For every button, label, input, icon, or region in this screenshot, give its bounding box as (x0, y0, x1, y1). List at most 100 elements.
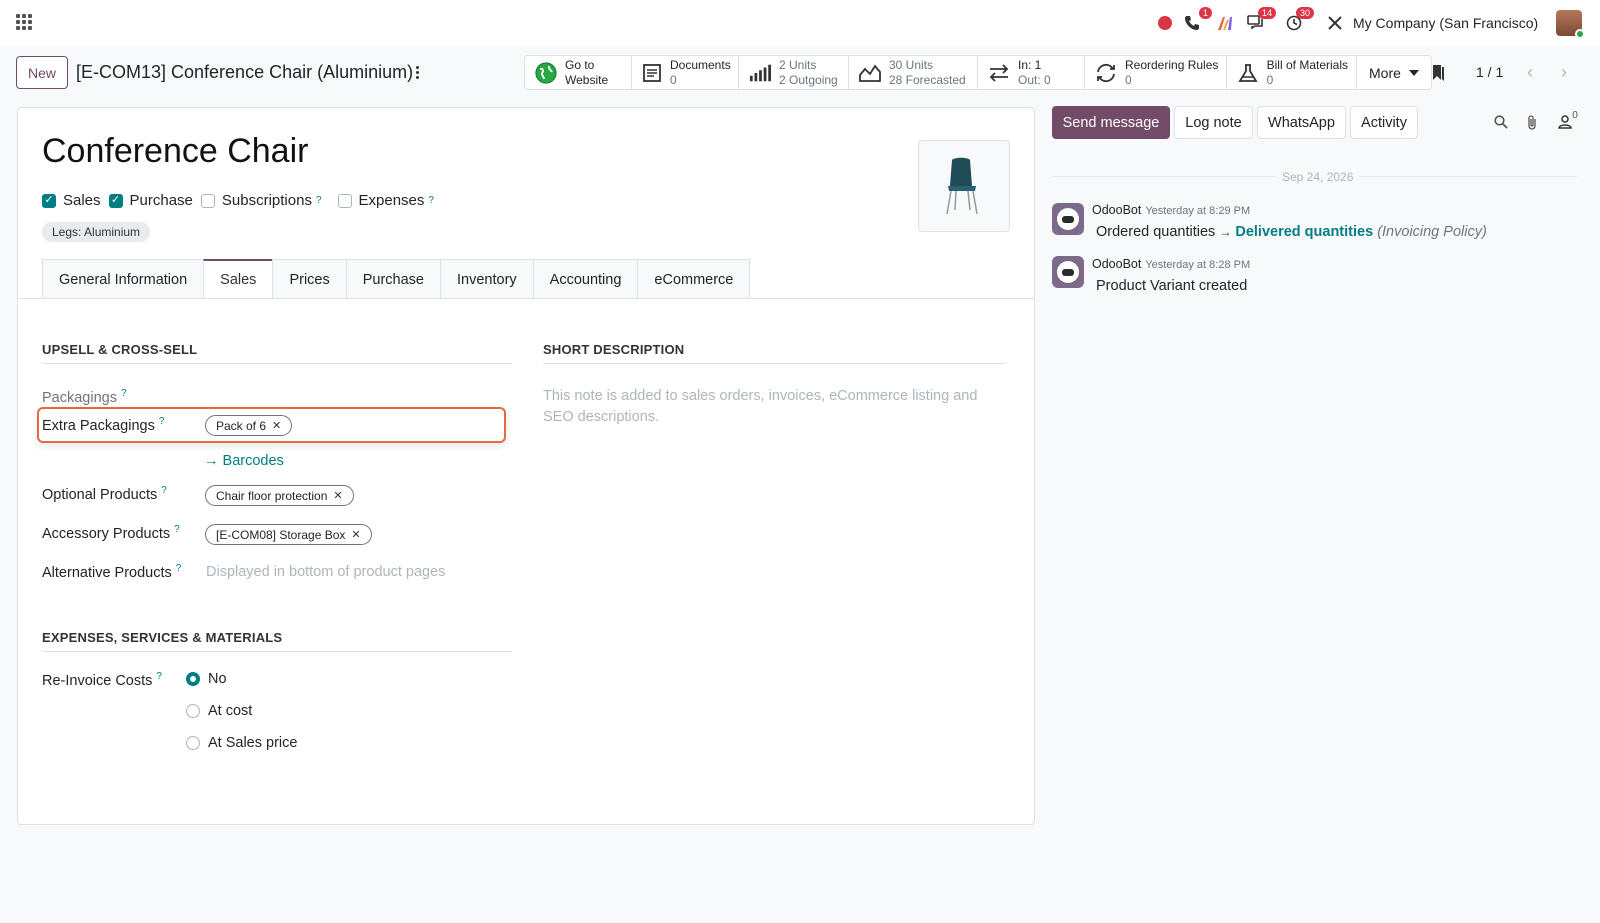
area-chart-icon (859, 62, 881, 84)
company-switcher[interactable]: My Company (San Francisco) (1353, 15, 1538, 31)
subscriptions-checkbox[interactable]: Subscriptions ? (200, 192, 322, 209)
log-note-button[interactable]: Log note (1174, 106, 1253, 139)
record-dot-icon (1158, 16, 1172, 30)
new-button[interactable]: New (16, 56, 68, 89)
smart-buttons: Go to Website Documents 0 2 Units 2 Outgoin… (524, 55, 1432, 90)
apps-menu-icon[interactable] (16, 14, 32, 30)
tag-label: Pack of 6 (216, 418, 267, 433)
pager-previous-icon[interactable]: ‹ (1520, 62, 1540, 82)
pager-next-icon[interactable]: › (1554, 62, 1574, 82)
sale-ok-checkbox[interactable]: ✓ Sales (42, 192, 101, 209)
tab-inventory[interactable]: Inventory (440, 259, 533, 299)
odoobot-avatar[interactable] (1052, 203, 1084, 235)
barcodes-link-text: Barcodes (222, 453, 284, 469)
ai-app-button[interactable] (1214, 11, 1236, 35)
smart-button-bom[interactable]: Bill of Materials 0 (1227, 56, 1357, 89)
paperclip-icon[interactable] (1523, 113, 1541, 131)
whatsapp-button[interactable]: WhatsApp (1257, 106, 1346, 139)
bom-count: 0 (1266, 72, 1274, 87)
purchase-ok-checkbox[interactable]: ✓ Purchase (108, 192, 193, 209)
bookmark-icon[interactable] (1431, 64, 1445, 82)
user-avatar[interactable] (1556, 10, 1585, 39)
online-status-icon (1575, 29, 1585, 39)
message-author: OdooBot Yesterday at 8:28 PM (1092, 257, 1250, 271)
optional-products-label: Optional Products? (42, 485, 167, 503)
accessory-product-tag[interactable]: [E-COM08] Storage Box ✕ (205, 524, 372, 545)
smart-button-in-out[interactable]: In: 1 Out: 0 (978, 56, 1085, 89)
alternative-products-input[interactable]: Displayed in bottom of product pages (206, 564, 445, 580)
smart-button-documents[interactable]: Documents 0 (632, 56, 739, 89)
reinvoice-no-radio[interactable]: No (186, 671, 227, 687)
radio-icon (186, 704, 200, 718)
followers-count: 0 (1572, 109, 1578, 121)
user-icon (1558, 115, 1572, 129)
help-icon[interactable]: ? (156, 671, 162, 682)
smart-button-website[interactable]: Go to Website (525, 56, 632, 89)
smart-button-forecast[interactable]: 30 Units 28 Forecasted (849, 56, 978, 89)
attribute-value-tag: Legs: Aluminium (42, 222, 151, 242)
author-name[interactable]: OdooBot (1092, 257, 1141, 271)
short-description-title: SHORT DESCRIPTION (543, 342, 1006, 364)
smart-button-reordering-rules[interactable]: Reordering Rules 0 (1085, 56, 1227, 89)
short-description-input[interactable]: This note is added to sales orders, invo… (543, 386, 988, 428)
pager-value[interactable]: 1 / 1 (1476, 64, 1503, 80)
expenses-checkbox[interactable]: Expenses ? (337, 192, 434, 209)
alternative-products-label: Alternative Products? (42, 563, 181, 581)
barcodes-link[interactable]: → Barcodes (204, 453, 284, 469)
checkmark-icon: ✓ (108, 193, 123, 208)
phone-icon (1185, 16, 1199, 30)
message-time: Yesterday at 8:28 PM (1145, 259, 1251, 271)
activities-button[interactable]: 30 (1284, 7, 1314, 35)
tab-ecommerce[interactable]: eCommerce (637, 259, 751, 299)
tools-button[interactable] (1325, 11, 1345, 35)
help-icon[interactable]: ? (159, 416, 165, 427)
extra-packagings-label-text: Extra Packagings (42, 417, 155, 434)
old-value: Ordered quantities (1096, 224, 1216, 240)
tabs-divider (18, 298, 1034, 299)
help-icon[interactable]: ? (176, 563, 182, 574)
remove-tag-icon[interactable]: ✕ (351, 528, 360, 541)
extra-packagings-tag[interactable]: Pack of 6 ✕ (205, 415, 293, 436)
tab-general-information[interactable]: General Information (42, 259, 204, 299)
product-form-sheet: Conference Chair ✓ Sales ✓ Purchase Subs… (17, 107, 1035, 825)
send-message-button[interactable]: Send message (1052, 106, 1170, 139)
tab-purchase[interactable]: Purchase (345, 259, 440, 299)
help-icon[interactable]: ? (161, 485, 167, 496)
recording-indicator[interactable] (1156, 11, 1174, 35)
reinvoice-sales-price-radio[interactable]: At Sales price (186, 735, 297, 751)
help-icon[interactable]: ? (121, 388, 127, 399)
activity-button[interactable]: Activity (1350, 106, 1418, 139)
tab-sales[interactable]: Sales (203, 259, 273, 299)
optional-product-tag[interactable]: Chair floor protection ✕ (205, 485, 354, 506)
more-dropdown[interactable]: More (1357, 56, 1431, 89)
accessory-products-label: Accessory Products? (42, 524, 180, 542)
smart-button-sold[interactable]: 2 Units 2 Outgoing (739, 56, 849, 89)
author-name[interactable]: OdooBot (1092, 203, 1141, 217)
followers-button[interactable]: 0 (1555, 109, 1581, 131)
activities-badge: 30 (1295, 7, 1314, 19)
reinvoice-at-cost-radio[interactable]: At cost (186, 703, 252, 719)
sale-ok-label: Sales (63, 192, 101, 209)
actions-menu-icon[interactable] (411, 61, 423, 83)
help-icon[interactable]: ? (428, 195, 434, 206)
odoobot-avatar[interactable] (1052, 256, 1084, 288)
product-name-field[interactable]: Conference Chair (42, 132, 308, 171)
tab-prices[interactable]: Prices (272, 259, 346, 299)
phone-button[interactable]: 1 (1182, 7, 1212, 35)
radio-icon (186, 736, 200, 750)
alternative-products-label-text: Alternative Products (42, 564, 172, 581)
purchase-ok-label: Purchase (129, 192, 193, 209)
reordering-label: Reordering Rules (1125, 57, 1219, 72)
tag-label: Chair floor protection (216, 488, 328, 503)
tools-icon (1328, 16, 1342, 30)
message-author: OdooBot Yesterday at 8:29 PM (1092, 203, 1250, 217)
remove-tag-icon[interactable]: ✕ (333, 489, 342, 502)
product-image[interactable] (918, 140, 1010, 232)
messages-button[interactable]: 14 (1244, 7, 1276, 35)
help-icon[interactable]: ? (174, 524, 180, 535)
tab-accounting[interactable]: Accounting (532, 259, 638, 299)
remove-tag-icon[interactable]: ✕ (272, 419, 281, 432)
search-icon[interactable] (1492, 113, 1510, 131)
robot-icon (1057, 261, 1079, 283)
help-icon[interactable]: ? (316, 195, 322, 206)
